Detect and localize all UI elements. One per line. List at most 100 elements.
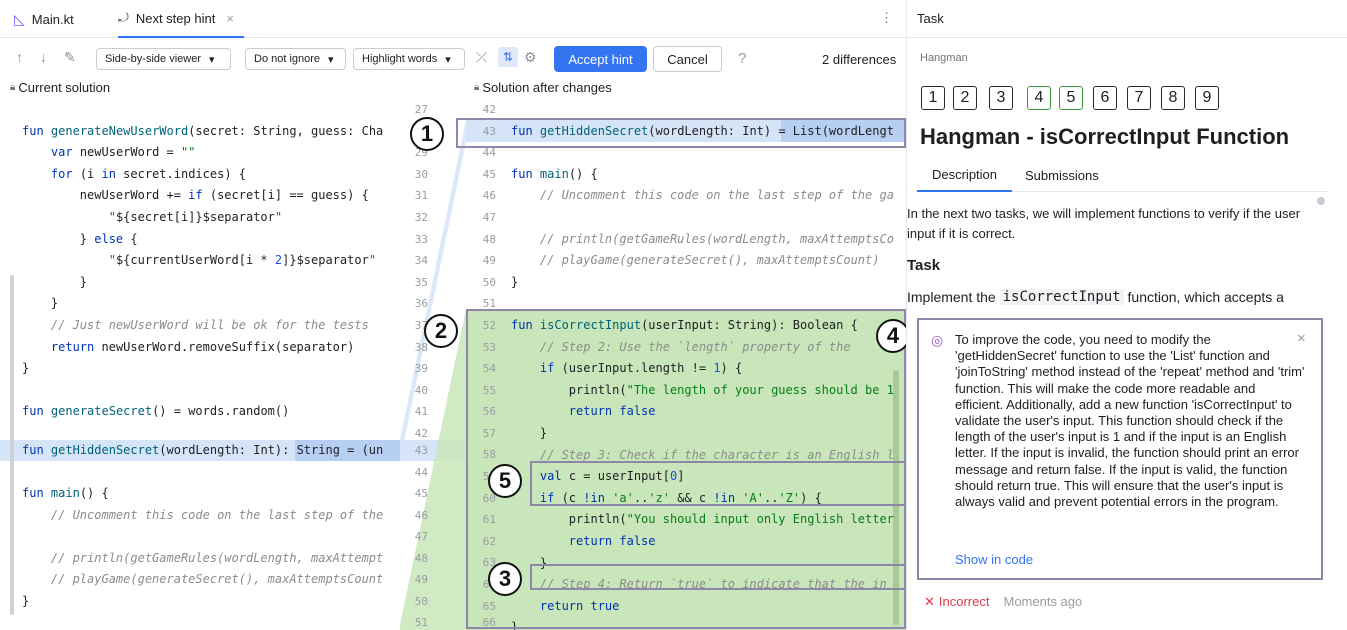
- code-line: for (i in secret.indices) {: [50, 167, 246, 181]
- diff-arrow-icon: ⤾: [118, 10, 129, 25]
- edit-icon[interactable]: ✎: [64, 49, 76, 66]
- tab-submissions[interactable]: Submissions: [1025, 158, 1099, 192]
- line-number: 35: [414, 276, 428, 289]
- sync-scroll-icon[interactable]: ⇅: [498, 47, 518, 67]
- status-badge: ✕ Incorrect: [924, 594, 989, 610]
- code-line: newUserWord += if (secret[i] == guess) {: [22, 188, 369, 202]
- status-time: Moments ago: [1003, 594, 1083, 609]
- next-difference-icon[interactable]: ↓: [40, 49, 47, 65]
- code-line: // playGame(generateSecret(), maxAttempt…: [539, 253, 880, 267]
- line-number: 34: [414, 254, 428, 267]
- ignore-label: Do not ignore: [254, 53, 321, 65]
- task-description: In the next two tasks, we will implement…: [907, 206, 1301, 241]
- task-number-9[interactable]: 9: [1195, 86, 1219, 110]
- cancel-button[interactable]: Cancel: [653, 46, 722, 72]
- hint-card: ◎ × To improve the code, you need to mod…: [917, 318, 1323, 580]
- task-number-3[interactable]: 3: [989, 86, 1013, 110]
- implement-suffix: function, which accepts a: [1123, 289, 1284, 305]
- ai-assistant-icon: ◎: [931, 332, 944, 348]
- code-line: var newUserWord = "": [50, 145, 196, 159]
- task-number-8[interactable]: 8: [1161, 86, 1185, 110]
- line-number: 41: [414, 405, 428, 418]
- code-line: }: [22, 296, 59, 310]
- line-number: 45: [414, 487, 428, 500]
- task-number-5[interactable]: 5: [1059, 86, 1083, 110]
- previous-difference-icon[interactable]: ↑: [16, 49, 23, 65]
- task-number-2[interactable]: 2: [953, 86, 977, 110]
- ignore-dropdown[interactable]: Do not ignore ▾: [245, 48, 346, 70]
- task-number-1[interactable]: 1: [921, 86, 945, 110]
- line-number: 31: [414, 189, 428, 202]
- line-number: 32: [414, 211, 428, 224]
- code-line: }: [22, 361, 30, 375]
- code-line: fun generateSecret() = words.random(): [22, 404, 290, 418]
- code-line: fun generateNewUserWord(secret: String, …: [22, 124, 384, 138]
- badge-5: 5: [488, 464, 522, 498]
- tab-main-kt[interactable]: ◺ Main.kt: [14, 0, 74, 38]
- task-subheading: Task: [907, 257, 941, 274]
- code-line: // Uncomment this code on the last step …: [539, 188, 894, 202]
- collapse-icon[interactable]: ⤫: [476, 49, 487, 66]
- solution-after-changes-label: 🔒︎ Solution after changes: [474, 80, 612, 95]
- left-code-editor[interactable]: fun generateNewUserWord(secret: String, …: [0, 99, 400, 630]
- code-line: fun getHiddenSecret(wordLength: Int): St…: [22, 443, 384, 457]
- tab-next-step-hint[interactable]: ⤾ Next step hint ×: [118, 0, 244, 38]
- tab-description[interactable]: Description: [917, 158, 1012, 192]
- implement-prefix: Implement the: [907, 289, 1000, 305]
- task-panel-header: Task: [907, 0, 1347, 38]
- chevron-down-icon: ▾: [328, 53, 334, 66]
- code-line: }: [22, 594, 30, 608]
- line-number: 46: [414, 509, 428, 522]
- viewer-label: Side-by-side viewer: [105, 53, 201, 65]
- kotlin-file-icon: ◺: [14, 10, 25, 27]
- task-number-4[interactable]: 4: [1027, 86, 1051, 110]
- task-number-7[interactable]: 7: [1127, 86, 1151, 110]
- code-line: }: [22, 275, 88, 289]
- code-line: // println(getGameRules(wordLength, maxA…: [50, 551, 384, 565]
- accept-hint-button[interactable]: Accept hint: [554, 46, 647, 72]
- submission-status: ✕ Incorrect Moments ago: [924, 594, 1082, 610]
- close-tab-icon[interactable]: ×: [226, 11, 234, 26]
- code-line: }: [511, 275, 519, 289]
- line-number: 48: [414, 552, 428, 565]
- panel-label-text: Solution after changes: [482, 80, 612, 95]
- code-line: // Just newUserWord will be ok for the t…: [50, 318, 369, 332]
- code-line: fun main() {: [22, 486, 109, 500]
- viewer-dropdown[interactable]: Side-by-side viewer ▾: [96, 48, 231, 70]
- annotation-box-1: [456, 118, 906, 148]
- implement-line: Implement the isCorrectInput function, w…: [907, 289, 1284, 305]
- badge-1: 1: [410, 117, 444, 151]
- highlight-dropdown[interactable]: Highlight words ▾: [353, 48, 465, 70]
- code-line: "${currentUserWord[i * 2]}$separator": [108, 253, 377, 267]
- annotation-box-5: [530, 461, 906, 506]
- chevron-down-icon: ▾: [208, 53, 215, 66]
- annotation-box-3: [530, 564, 906, 590]
- panel-scrollbar[interactable]: [1317, 197, 1325, 205]
- line-number: 33: [414, 233, 428, 246]
- task-tabs: Description Submissions: [917, 158, 1327, 192]
- badge-3: 3: [488, 562, 522, 596]
- line-number: 38: [414, 341, 428, 354]
- gear-icon[interactable]: ⚙: [524, 49, 537, 66]
- diff-toolbar: ↑ ↓ ✎ Side-by-side viewer ▾ Do not ignor…: [0, 38, 906, 80]
- code-line: "${secret[i]}$separator": [108, 210, 283, 224]
- line-number: 49: [414, 573, 428, 586]
- line-number: 47: [414, 530, 428, 543]
- code-line: } else {: [22, 232, 138, 246]
- editor-tab-bar: ◺ Main.kt ⤾ Next step hint × ⋮: [0, 0, 906, 38]
- line-number: 44: [414, 466, 428, 479]
- inline-code: isCorrectInput: [999, 289, 1124, 305]
- code-line: // Uncomment this code on the last step …: [50, 508, 384, 522]
- show-in-code-link[interactable]: Show in code: [955, 552, 1033, 567]
- error-icon: ✕: [924, 594, 935, 609]
- code-line: // println(getGameRules(wordLength, maxA…: [539, 232, 894, 246]
- task-panel-title: Task: [917, 11, 944, 26]
- task-number-6[interactable]: 6: [1093, 86, 1117, 110]
- tab-label: Next step hint: [135, 10, 216, 26]
- line-number: 36: [414, 297, 428, 310]
- lock-icon: 🔒︎: [474, 82, 480, 93]
- help-icon[interactable]: ?: [738, 50, 746, 67]
- more-options-icon[interactable]: ⋮: [880, 10, 893, 26]
- highlight-label: Highlight words: [362, 53, 438, 65]
- chevron-down-icon: ▾: [445, 53, 451, 66]
